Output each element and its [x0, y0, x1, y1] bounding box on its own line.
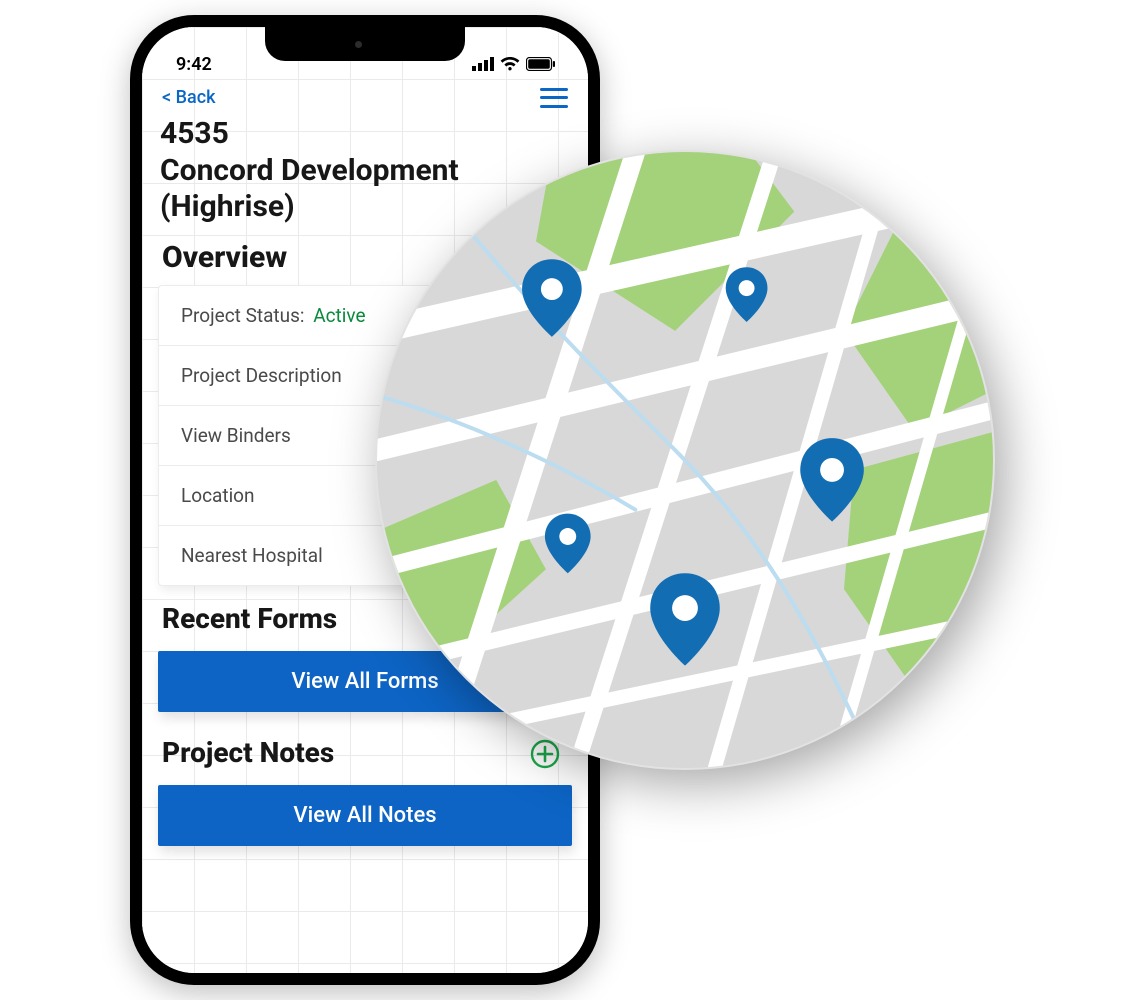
status-icons	[472, 57, 560, 71]
menu-icon[interactable]	[540, 88, 568, 108]
map-illustration	[377, 152, 993, 768]
map-bubble	[375, 150, 995, 770]
project-number: 4535	[160, 116, 229, 151]
top-bar: < Back	[142, 85, 588, 114]
cellular-icon	[472, 57, 494, 71]
project-name-line2: (Highrise)	[160, 189, 295, 224]
wifi-icon	[500, 57, 520, 71]
battery-icon	[526, 57, 556, 71]
back-button[interactable]: < Back	[162, 87, 215, 108]
status-label: Project Status:	[181, 304, 305, 327]
decor-panel	[980, 440, 1100, 510]
project-name-line1: Concord Development	[160, 153, 459, 188]
phone-notch	[265, 27, 465, 61]
add-note-icon[interactable]	[530, 739, 560, 769]
status-value: Active	[313, 304, 365, 327]
view-all-notes-button[interactable]: View All Notes	[158, 785, 572, 846]
status-time: 9:42	[176, 54, 212, 75]
project-notes-heading: Project Notes	[158, 730, 338, 779]
